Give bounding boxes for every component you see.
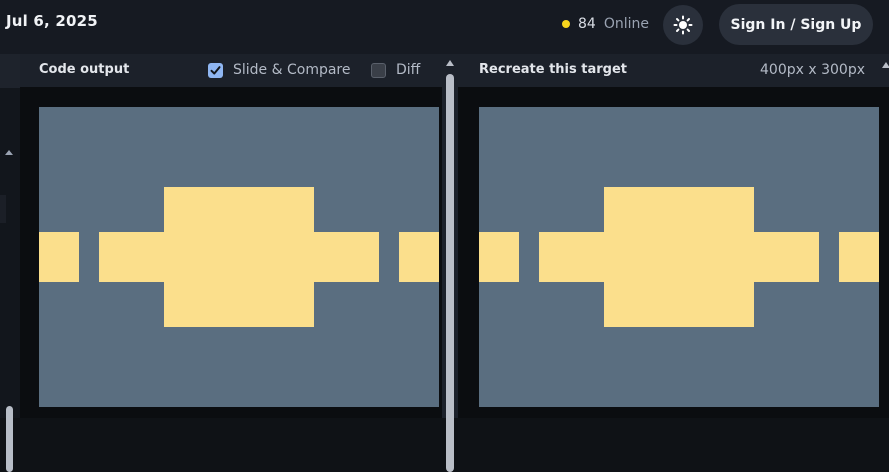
code-output-title: Code output — [39, 62, 130, 77]
right-block — [399, 232, 439, 282]
target-canvas — [479, 107, 879, 407]
left-block — [39, 232, 79, 282]
slide-compare-checkbox[interactable] — [208, 62, 223, 78]
slide-compare-option[interactable]: Slide & Compare — [208, 62, 351, 78]
splitter-grip[interactable] — [446, 74, 454, 472]
sidebar-marker — [0, 195, 6, 223]
online-status: 84 Online — [562, 14, 649, 34]
date-label: Jul 6, 2025 — [6, 12, 98, 30]
target-header: Recreate this target 400px x 300px — [458, 54, 889, 87]
scroll-up-icon[interactable] — [5, 150, 13, 155]
diff-checkbox[interactable] — [371, 62, 386, 78]
editor-scrollbar[interactable] — [6, 406, 13, 472]
diff-label: Diff — [396, 62, 421, 78]
panel-splitter[interactable] — [442, 54, 458, 472]
online-dot-icon — [562, 20, 570, 28]
code-output-panel — [20, 87, 442, 418]
center-block — [604, 187, 754, 327]
code-output-canvas[interactable] — [39, 107, 439, 407]
signin-button[interactable]: Sign In / Sign Up — [719, 4, 873, 45]
code-output-header: Code output Slide & Compare Diff — [20, 54, 442, 87]
check-icon — [210, 65, 221, 74]
right-scroll-up-icon[interactable] — [882, 62, 889, 68]
slide-compare-label: Slide & Compare — [233, 62, 351, 78]
target-render — [479, 107, 879, 407]
online-label: Online — [603, 16, 649, 32]
code-output-render — [39, 107, 439, 407]
sun-icon — [673, 15, 693, 35]
sidebar-tab[interactable] — [0, 54, 20, 88]
target-dimensions: 400px x 300px — [760, 62, 865, 78]
target-panel — [458, 87, 889, 418]
diff-option[interactable]: Diff — [371, 62, 420, 78]
target-title: Recreate this target — [479, 62, 628, 77]
left-sidebar-strip — [0, 54, 20, 472]
right-block — [839, 232, 879, 282]
online-count: 84 — [578, 16, 596, 32]
theme-toggle-button[interactable] — [663, 5, 703, 45]
center-block — [164, 187, 314, 327]
left-block — [479, 232, 519, 282]
splitter-up-icon — [446, 60, 454, 66]
top-bar: Jul 6, 2025 84 Online Sign In / Sign Up — [0, 0, 889, 54]
